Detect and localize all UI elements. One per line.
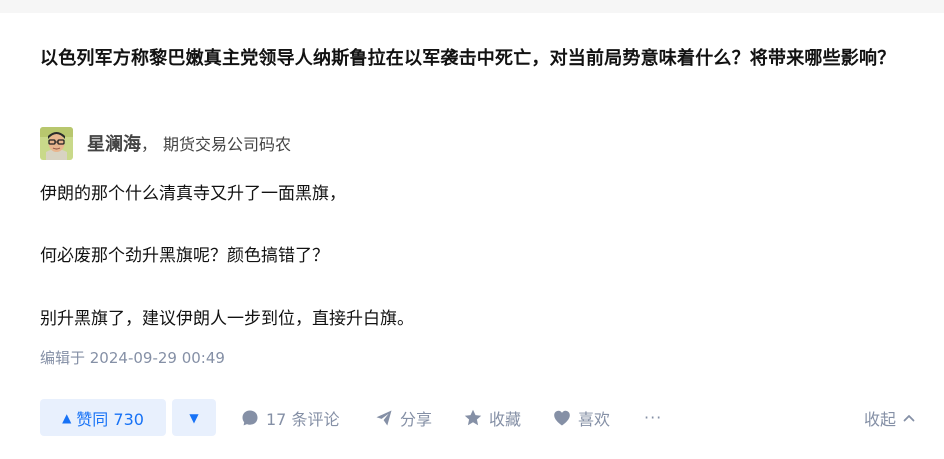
more-button[interactable]: ··· [644, 399, 662, 436]
triangle-down-icon: ▼ [189, 410, 199, 425]
author-name[interactable]: 星澜海 [87, 130, 141, 156]
answer-paragraph: 别升黑旗了，建议伊朗人一步到位，直接升白旗。 [40, 309, 414, 329]
star-icon [464, 409, 482, 425]
author-headline: 期货交易公司码农 [163, 135, 292, 154]
favorite-label: 收藏 [489, 409, 522, 429]
like-label: 喜欢 [578, 409, 611, 429]
triangle-up-icon: ▲ [62, 410, 72, 425]
avatar-image-icon [40, 126, 73, 160]
share-button[interactable]: 分享 [374, 399, 432, 436]
comment-button[interactable]: 17 条评论 [240, 399, 339, 436]
heart-icon [554, 410, 570, 425]
author-avatar[interactable] [40, 126, 73, 160]
favorite-button[interactable]: 收藏 [463, 399, 521, 436]
vote-up-label: 赞同 730 [76, 409, 144, 429]
answer-paragraph: 伊朗的那个什么清真寺又升了一面黑旗， [40, 184, 346, 204]
chevron-up-icon [903, 414, 915, 421]
collapse-button[interactable]: 收起 [864, 399, 916, 436]
answer-paragraph: 何必废那个劲升黑旗呢？颜色搞错了？ [40, 246, 329, 266]
more-icon: ··· [644, 408, 663, 427]
comment-icon [242, 410, 258, 425]
collapse-label: 收起 [863, 409, 896, 429]
author-info: 星澜海 ， 期货交易公司码农 [40, 126, 291, 160]
author-separator: ， [141, 135, 158, 154]
share-icon [376, 410, 392, 425]
edit-timestamp[interactable]: 编辑于 2024-09-29 00:49 [40, 344, 225, 372]
vote-up-button[interactable]: ▲ 赞同 730 [40, 399, 166, 436]
vote-down-button[interactable]: ▼ [172, 399, 216, 436]
action-bar: ▲ 赞同 730 ▼ 17 条评论 分享 收藏 喜欢 ··· 收起 [40, 399, 930, 436]
question-title[interactable]: 以色列军方称黎巴嫩真主党领导人纳斯鲁拉在以军袭击中死亡，对当前局势意味着什么？将… [40, 42, 930, 75]
answer-card: 以色列军方称黎巴嫩真主党领导人纳斯鲁拉在以军袭击中死亡，对当前局势意味着什么？将… [0, 13, 944, 459]
share-label: 分享 [400, 409, 433, 429]
like-button[interactable]: 喜欢 [552, 399, 610, 436]
comment-label: 17 条评论 [266, 409, 340, 429]
